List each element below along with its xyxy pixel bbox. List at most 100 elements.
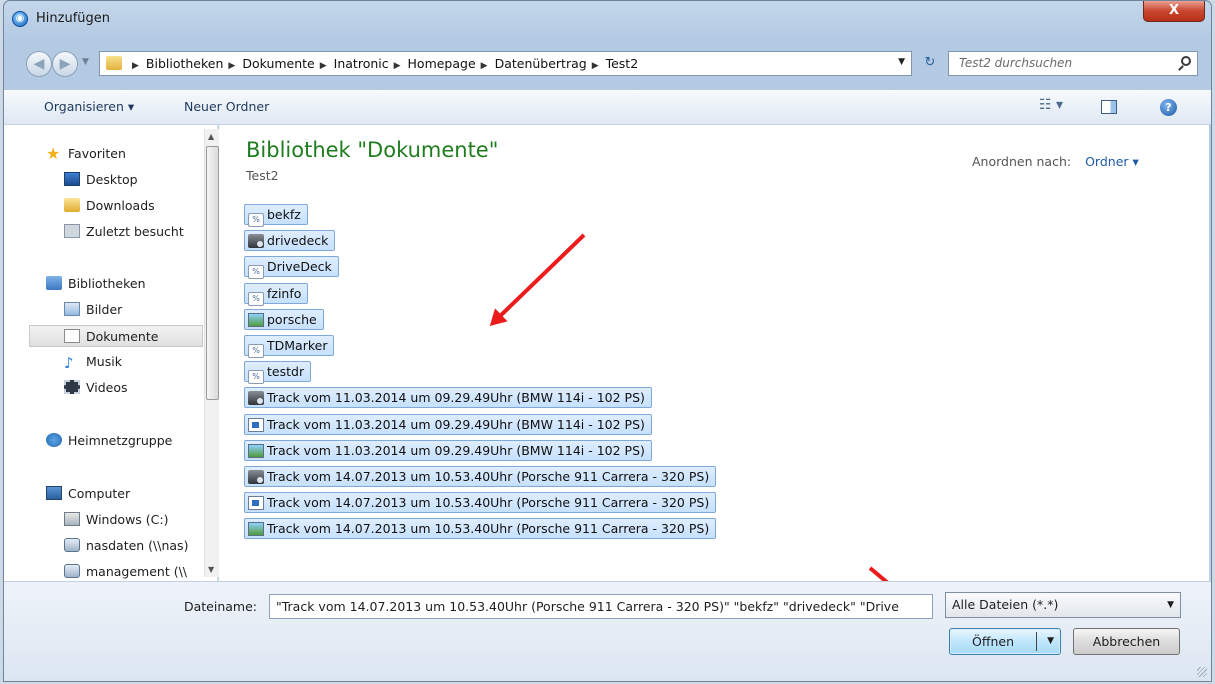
search-box[interactable]	[948, 51, 1198, 76]
navigation-pane: ★ Favoriten Desktop Downloads Zuletzt bes…	[4, 125, 218, 581]
doc-file-icon	[248, 417, 264, 432]
file-name: testdr	[267, 364, 305, 380]
file-name: Track vom 11.03.2014 um 09.29.49Uhr (BMW…	[267, 442, 645, 458]
filename-input[interactable]: "Track vom 14.07.2013 um 10.53.40Uhr (Po…	[269, 594, 933, 619]
sidebar-item-management[interactable]: management (\\	[64, 561, 187, 581]
breadcrumb-item[interactable]: Homepage	[408, 56, 476, 71]
sidebar-item-recent[interactable]: Zuletzt besucht	[64, 221, 184, 243]
file-item[interactable]: Track vom 14.07.2013 um 10.53.40Uhr (Por…	[244, 466, 717, 487]
file-name: DriveDeck	[267, 259, 332, 275]
file-item[interactable]: Track vom 11.03.2014 um 09.29.49Uhr (BMW…	[244, 413, 652, 435]
computer-icon	[46, 486, 62, 500]
new-folder-button[interactable]: Neuer Ordner	[184, 99, 269, 114]
file-name: Track vom 14.07.2013 um 10.53.40Uhr (Por…	[267, 495, 710, 511]
sidebar-item-label: nasdaten (\\nas)	[86, 538, 189, 553]
open-button-label: Öffnen	[972, 634, 1014, 649]
file-name: Track vom 14.07.2013 um 10.53.40Uhr (Por…	[267, 521, 710, 537]
file-item[interactable]: fzinfo	[244, 282, 309, 306]
sidebar-item-desktop[interactable]: Desktop	[64, 169, 138, 191]
forward-button[interactable]: ▶	[52, 51, 78, 77]
scroll-down-icon[interactable]: ▼	[208, 565, 214, 574]
sidebar-item-homegroup[interactable]: Heimnetzgruppe	[46, 430, 172, 452]
sidebar-item-downloads[interactable]: Downloads	[64, 195, 155, 217]
sidebar-item-favorites[interactable]: ★ Favoriten	[46, 143, 126, 165]
file-item[interactable]: Track vom 14.07.2013 um 10.53.40Uhr (Por…	[244, 518, 717, 540]
search-input[interactable]	[957, 55, 1161, 71]
help-icon[interactable]: ?	[1160, 99, 1177, 116]
breadcrumb-item[interactable]: Datenübertrag	[495, 56, 587, 71]
organize-button[interactable]: Organisieren ▾	[44, 99, 134, 114]
sidebar-item-nasdaten[interactable]: nasdaten (\\nas)	[64, 535, 188, 557]
music-note-icon: ♪	[64, 354, 74, 372]
cancel-button[interactable]: Abbrechen	[1073, 628, 1180, 655]
link-file-icon	[248, 213, 264, 227]
file-item[interactable]: TDMarker	[244, 335, 335, 358]
resize-grip-icon[interactable]	[1197, 667, 1207, 677]
address-bar[interactable]: ▶ Bibliotheken ▶ Dokumente ▶ Inatronic ▶ Ho…	[99, 51, 912, 76]
sidebar-item-label: Bibliotheken	[68, 276, 146, 291]
file-item[interactable]: porsche	[244, 308, 324, 330]
open-button[interactable]: Öffnen ▼	[949, 628, 1061, 655]
documents-icon	[64, 329, 80, 343]
refresh-icon[interactable]: ↻	[918, 51, 942, 76]
file-item[interactable]: drivedeck	[244, 230, 336, 252]
arrange-label: Anordnen nach:	[972, 154, 1072, 169]
sidebar-item-videos[interactable]: Videos	[64, 377, 128, 399]
back-button[interactable]: ◀	[26, 51, 52, 77]
link-file-icon	[248, 344, 264, 358]
chevron-down-icon: ▼	[1167, 600, 1174, 610]
network-drive-icon	[64, 564, 80, 578]
link-file-icon	[248, 370, 264, 385]
dialog-footer: Dateiname: "Track vom 14.07.2013 um 10.5…	[4, 581, 1211, 681]
arrange-by-dropdown[interactable]: Ordner ▾	[1085, 154, 1139, 169]
sidebar-item-label: Desktop	[86, 172, 138, 187]
open-file-dialog: ◉ Hinzufügen X ◀ ▶ ▼ ▶ Bibliotheken ▶ Dok…	[3, 0, 1212, 682]
file-name: fzinfo	[267, 285, 302, 301]
view-options-icon[interactable]: ☷ ▾	[1039, 97, 1063, 113]
file-item[interactable]: Track vom 14.07.2013 um 10.53.40Uhr (Por…	[244, 492, 717, 514]
address-dropdown-icon[interactable]: ▼	[898, 57, 905, 67]
file-item[interactable]: testdr	[244, 361, 312, 385]
breadcrumb-item[interactable]: Test2	[606, 56, 639, 71]
sidebar-item-label: Dokumente	[86, 329, 159, 344]
breadcrumb-item[interactable]: Bibliotheken	[146, 56, 224, 71]
breadcrumb-separator-icon: ▶	[228, 61, 236, 71]
file-item[interactable]: bekfz	[244, 204, 308, 227]
sidebar-item-pictures[interactable]: Bilder	[64, 299, 122, 321]
breadcrumb: ▶ Bibliotheken ▶ Dokumente ▶ Inatronic ▶ Ho…	[130, 56, 641, 71]
scroll-up-icon[interactable]: ▲	[208, 132, 214, 141]
search-icon[interactable]	[1181, 56, 1191, 66]
file-item[interactable]: Track vom 11.03.2014 um 09.29.49Uhr (BMW…	[244, 387, 652, 409]
arrange-by: Anordnen nach: Ordner ▾	[972, 154, 1139, 169]
film-icon	[64, 380, 80, 394]
sidebar-item-computer[interactable]: Computer	[46, 483, 130, 505]
image-file-icon	[248, 443, 264, 458]
libraries-icon	[46, 276, 62, 290]
preview-pane-icon[interactable]	[1101, 100, 1117, 114]
sidebar-item-documents[interactable]: Dokumente	[29, 325, 203, 347]
recent-locations-dropdown[interactable]: ▼	[82, 57, 89, 67]
link-file-icon	[248, 291, 264, 306]
doc-file-icon	[248, 496, 264, 511]
sidebar-item-label: management (\\	[86, 564, 188, 579]
open-options-dropdown-icon[interactable]: ▼	[1047, 629, 1054, 654]
sidebar-item-label: Favoriten	[68, 146, 126, 161]
app-icon: ◉	[12, 11, 28, 27]
scrollbar-thumb[interactable]	[206, 146, 219, 400]
file-item[interactable]: DriveDeck	[244, 256, 339, 280]
file-item[interactable]: Track vom 11.03.2014 um 09.29.49Uhr (BMW…	[244, 439, 652, 461]
sidebar-item-label: Musik	[86, 354, 122, 369]
close-button[interactable]: X	[1143, 1, 1205, 22]
sidebar-item-music[interactable]: ♪ Musik	[64, 351, 122, 373]
navigation-scrollbar[interactable]: ▲ ▼	[204, 129, 220, 577]
window-title: Hinzufügen	[36, 11, 110, 26]
split-divider	[1036, 632, 1037, 651]
file-name: Track vom 14.07.2013 um 10.53.40Uhr (Por…	[267, 469, 710, 484]
app-file-icon	[248, 391, 264, 406]
sidebar-item-drive-c[interactable]: Windows (C:)	[64, 509, 168, 531]
sidebar-item-libraries[interactable]: Bibliotheken	[46, 273, 146, 295]
filename-label: Dateiname:	[184, 599, 258, 614]
file-type-select[interactable]: Alle Dateien (*.*) ▼	[945, 592, 1181, 618]
breadcrumb-item[interactable]: Inatronic	[334, 56, 389, 71]
breadcrumb-item[interactable]: Dokumente	[242, 56, 314, 71]
